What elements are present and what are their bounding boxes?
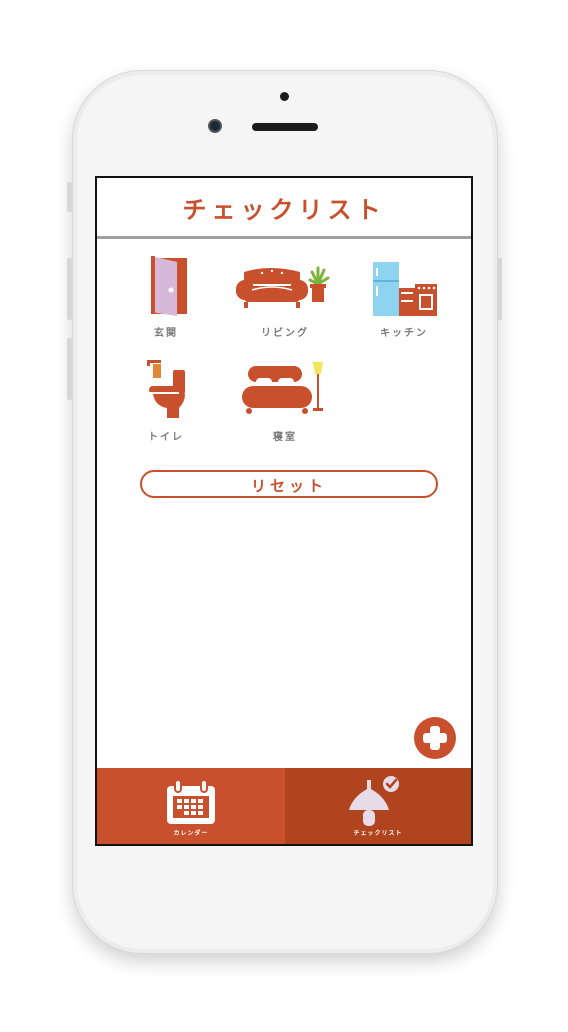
room-label: トイレ <box>148 432 184 443</box>
room-living[interactable]: リビング <box>230 250 340 342</box>
volume-up-button <box>67 258 72 320</box>
room-label: 寝室 <box>273 432 297 443</box>
bed-icon <box>242 362 323 414</box>
kitchen-icon <box>373 262 437 316</box>
tab-label: カレンダー <box>173 830 209 837</box>
room-bedroom[interactable]: 寝室 <box>230 352 340 444</box>
front-camera <box>208 119 222 133</box>
power-button <box>497 258 502 320</box>
checklist-icon <box>349 776 399 826</box>
plus-icon <box>423 726 447 750</box>
tab-label: チェックリスト <box>353 830 403 837</box>
door-icon <box>151 256 187 316</box>
app-screen: チェックリスト 玄関 リビング キッチン トイレ 寝室 リセット カレンダー チ… <box>95 176 473 846</box>
tab-checklist[interactable]: チェックリスト <box>285 768 471 844</box>
room-entrance[interactable]: 玄関 <box>111 250 221 342</box>
page-title: チェックリスト <box>182 196 386 224</box>
tab-bar: カレンダー チェックリスト <box>97 768 471 844</box>
room-kitchen[interactable]: キッチン <box>349 250 459 342</box>
calendar-icon <box>167 779 215 824</box>
earpiece-speaker <box>252 123 318 131</box>
volume-down-button <box>67 338 72 400</box>
tab-calendar[interactable]: カレンダー <box>97 768 285 844</box>
proximity-sensor <box>280 92 289 101</box>
room-toilet[interactable]: トイレ <box>111 352 221 444</box>
room-label: キッチン <box>380 328 428 339</box>
room-label: 玄関 <box>154 328 178 339</box>
room-label: リビング <box>261 328 309 339</box>
toilet-icon <box>147 360 185 418</box>
header: チェックリスト <box>97 178 471 239</box>
sofa-icon <box>236 266 330 308</box>
mute-switch <box>67 182 72 212</box>
add-button[interactable] <box>414 717 456 759</box>
reset-button[interactable]: リセット <box>140 470 438 498</box>
